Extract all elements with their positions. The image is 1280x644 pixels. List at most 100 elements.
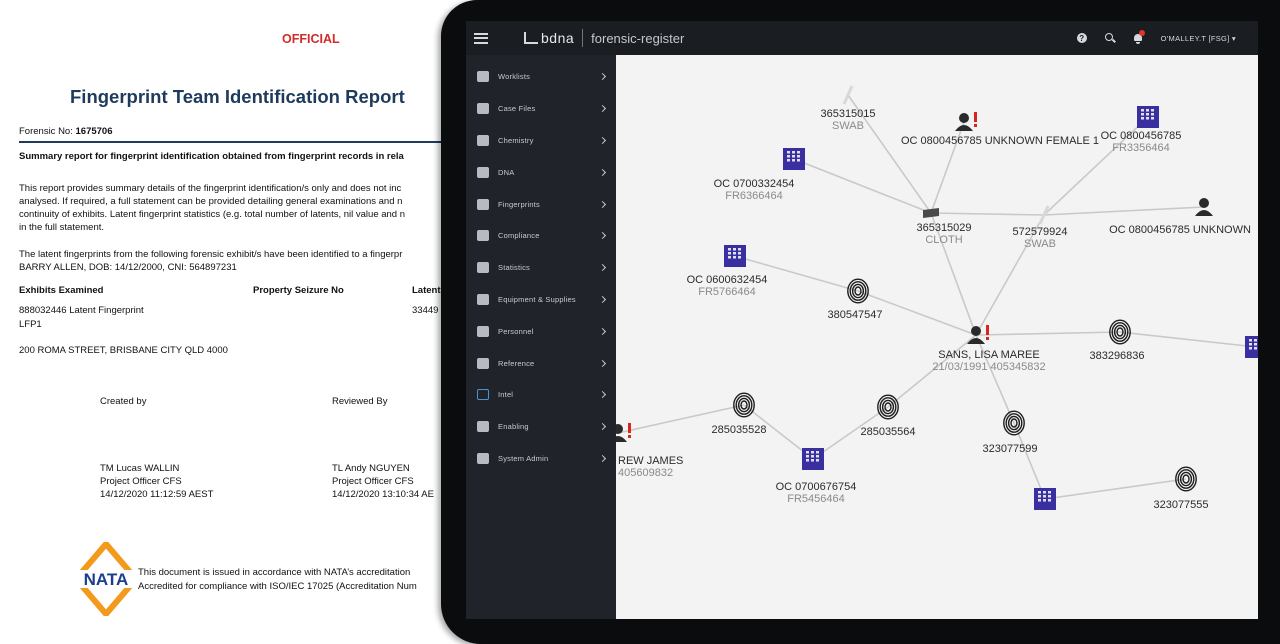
report-document: OFFICIAL Fingerprint Team Identification… xyxy=(0,0,460,644)
police-icon-check xyxy=(1141,109,1144,112)
flask-icon xyxy=(477,134,489,146)
police-icon-check xyxy=(797,155,800,158)
sidebar-item-case-files[interactable]: Case Files xyxy=(466,93,616,125)
node-label: OC 0600632454 xyxy=(687,274,768,286)
intro-line-1: This report provides summary details of … xyxy=(19,183,402,194)
graph-node-swab2[interactable]: 572579924SWAB xyxy=(1012,205,1068,250)
node-label: 285035564 xyxy=(860,426,915,438)
sidebar-item-system-admin[interactable]: System Admin xyxy=(466,443,616,475)
sidebar-item-worklists[interactable]: Worklists xyxy=(466,61,616,93)
person-icon xyxy=(1195,210,1213,216)
identified-line-2: BARRY ALLEN, DOB: 14/12/2000, CNI: 56489… xyxy=(19,262,237,273)
intel-graph[interactable]: 365315015 SWAB OC 0800456785 UNKNOWN FEMAL… xyxy=(616,55,1258,619)
police-icon-check xyxy=(1249,347,1252,350)
graph-node-swab1[interactable]: 365315015SWAB xyxy=(820,85,876,132)
sidebar-item-chemistry[interactable]: Chemistry xyxy=(466,125,616,157)
graph-node-female[interactable]: OC 0800456785 UNKNOWN FEMALE 1 xyxy=(901,112,1099,147)
graph-node-fp3[interactable]: 285035528 xyxy=(711,392,767,436)
bdna-logo-icon xyxy=(524,32,538,44)
graph-node-police3[interactable]: OC 0600632454FR5766464 xyxy=(687,245,768,298)
sidebar-item-dna[interactable]: DNA xyxy=(466,156,616,188)
summary-heading: Summary report for fingerprint identific… xyxy=(19,151,404,162)
clipboard-icon xyxy=(477,71,489,83)
police-icon-check xyxy=(1151,117,1154,120)
graph-edge xyxy=(793,158,932,214)
graph-node-fp6[interactable]: 323077555 xyxy=(1153,466,1209,511)
chevron-right-icon xyxy=(598,423,607,431)
brand-separator xyxy=(582,29,584,47)
graph-node-police4[interactable]: OC 070FR6543 xyxy=(1245,336,1258,398)
nata-line-2: Accredited for compliance with ISO/IEC 1… xyxy=(138,581,417,592)
graph-edge xyxy=(1119,331,1257,348)
graph-node-fp4[interactable]: 285035564 xyxy=(860,394,916,438)
police-icon-check xyxy=(792,151,795,154)
top-bar: bdna forensic-register ? O'MALLEY.T [FSG… xyxy=(466,21,1258,55)
sidebar-item-intel[interactable]: Intel xyxy=(466,379,616,411)
police-icon-check xyxy=(1151,109,1154,112)
node-sublabel: 405609832 xyxy=(618,467,673,479)
police-icon-check xyxy=(811,451,814,454)
node-label: 572579924 xyxy=(1012,226,1067,238)
forensic-number-label: Forensic No: xyxy=(19,126,73,137)
police-icon-check xyxy=(1043,499,1046,502)
node-label: OC 0800456785 UNKNOWN FEMALE 1 xyxy=(901,135,1099,147)
police-icon-check xyxy=(1048,499,1051,502)
police-icon-check xyxy=(816,451,819,454)
sidebar-item-equipment-supplies[interactable]: Equipment & Supplies xyxy=(466,284,616,316)
alert-icon-dot xyxy=(986,337,989,340)
graph-node-police2[interactable]: OC 0700332454FR6366464 xyxy=(714,148,805,202)
notification-dot xyxy=(1138,29,1145,36)
graph-node-fp5[interactable]: 323077599 xyxy=(982,410,1038,455)
node-label: OC 0700332454 xyxy=(714,178,795,190)
alert-icon xyxy=(628,423,631,433)
police-icon-check xyxy=(816,459,819,462)
sidebar-item-compliance[interactable]: Compliance xyxy=(466,220,616,252)
chevron-right-icon xyxy=(598,391,607,399)
brand[interactable]: bdna forensic-register xyxy=(524,29,684,47)
node-sublabel: SWAB xyxy=(832,120,864,132)
table-header-exhibits: Exhibits Examined xyxy=(19,285,104,296)
chevron-right-icon xyxy=(598,105,607,113)
help-icon[interactable]: ? xyxy=(1076,33,1087,43)
search-icon[interactable] xyxy=(1104,33,1115,43)
graph-node-police1[interactable]: OC 0800456785FR3356464 xyxy=(1101,106,1182,154)
notification-bell-icon[interactable] xyxy=(1133,29,1145,44)
exhibit-cell-1: 888032446 Latent Fingerprint xyxy=(19,305,144,316)
police-icon-check xyxy=(1249,339,1252,342)
node-sublabel: FR6366464 xyxy=(725,190,783,202)
chevron-right-icon xyxy=(598,359,607,367)
menu-icon[interactable] xyxy=(474,32,488,44)
sidebar-item-fingerprints[interactable]: Fingerprints xyxy=(466,188,616,220)
sidebar-item-statistics[interactable]: Statistics xyxy=(466,252,616,284)
graph-node-fp2[interactable]: 383296836 xyxy=(1089,319,1145,362)
address: 200 ROMA STREET, BRISBANE CITY QLD 4000 xyxy=(19,345,228,356)
table-header-seizure: Property Seizure No xyxy=(253,285,344,296)
graph-node-sans[interactable]: SANS, LISA MAREE21/03/1991 405345832 xyxy=(932,325,1046,373)
node-label: 323077599 xyxy=(982,443,1037,455)
graph-canvas[interactable]: 365315015SWAB OC 0800456785 UNKNOWN FEMAL… xyxy=(616,55,1258,619)
sidebar-item-enabling[interactable]: Enabling xyxy=(466,411,616,443)
sidebar-item-label: System Admin xyxy=(498,453,549,463)
police-icon-check xyxy=(1146,117,1149,120)
police-icon-check xyxy=(733,256,736,259)
user-menu[interactable]: O'MALLEY.T [FSG] ▾ xyxy=(1161,34,1236,43)
node-label: OC 0800456785 UNKNOWN xyxy=(1109,224,1251,236)
graph-node-unknown[interactable]: OC 0800456785 UNKNOWN xyxy=(1109,198,1251,236)
police-icon-check xyxy=(787,159,790,162)
people-icon xyxy=(477,325,489,337)
bar-chart-icon xyxy=(477,262,489,274)
police-icon-check xyxy=(797,159,800,162)
sidebar-item-personnel[interactable]: Personnel xyxy=(466,315,616,347)
sidebar-item-label: Enabling xyxy=(498,422,529,432)
police-icon-check xyxy=(728,252,731,255)
forensic-number: Forensic No: 1675706 xyxy=(19,126,112,137)
person-icon-head xyxy=(959,113,969,123)
sidebar-item-label: Case Files xyxy=(498,104,536,114)
graph-node-police5[interactable]: OC 0700676754FR5456464 xyxy=(776,448,857,505)
exhibit-cell-2: LFP1 xyxy=(19,319,42,330)
graph-node-police6[interactable] xyxy=(1034,488,1056,510)
app-screen: bdna forensic-register ? O'MALLEY.T [FSG… xyxy=(466,21,1258,619)
police-icon-check xyxy=(738,252,741,255)
sidebar-item-reference[interactable]: Reference xyxy=(466,347,616,379)
creator-date: 14/12/2020 11:12:59 AEST xyxy=(100,489,214,500)
